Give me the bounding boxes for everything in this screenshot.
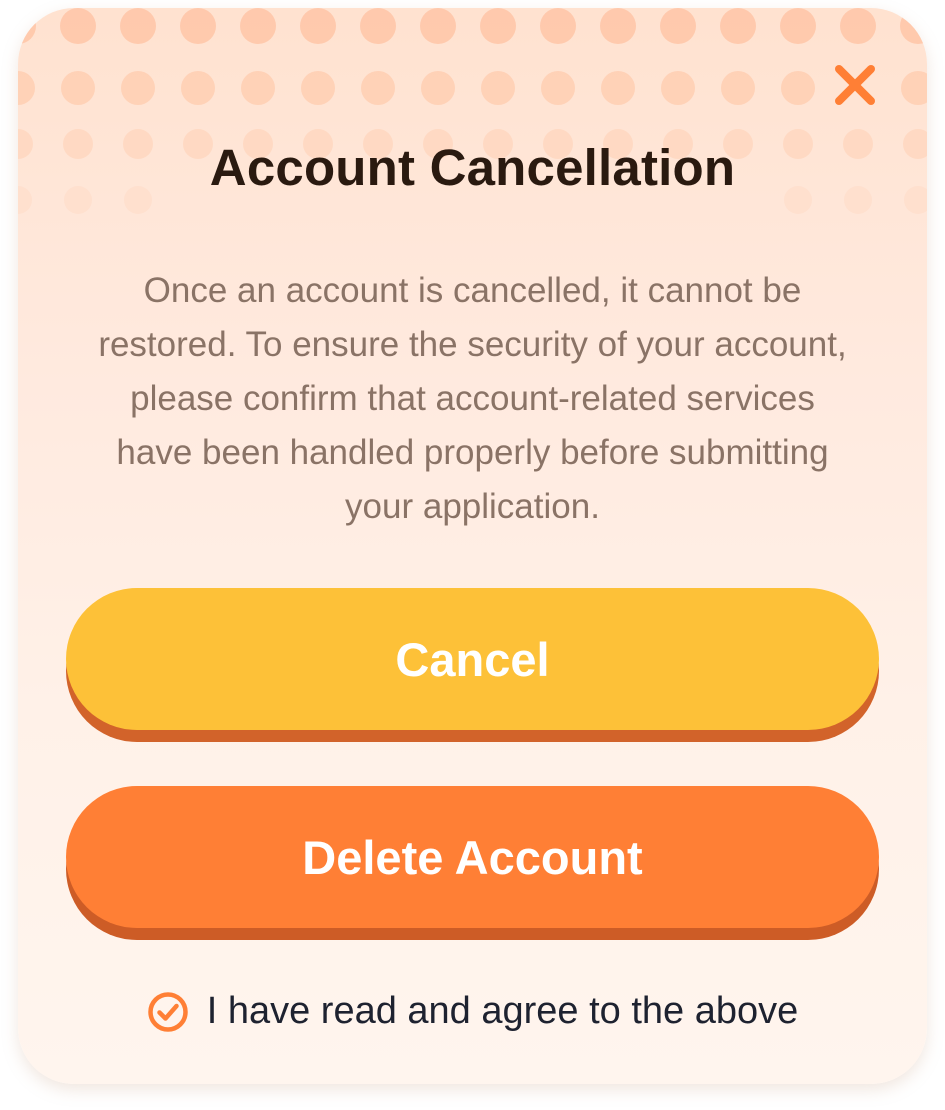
delete-account-button-label: Delete Account: [302, 830, 643, 884]
close-button[interactable]: [828, 58, 882, 112]
cancel-button[interactable]: Cancel: [66, 588, 879, 730]
agreement-label: I have read and agree to the above: [206, 990, 799, 1032]
close-icon: [835, 65, 875, 105]
dialog-description: Once an account is cancelled, it cannot …: [98, 271, 847, 526]
dialog-title: Account Cancellation: [209, 139, 736, 196]
agreement-checkbox[interactable]: I have read and agree to the above: [18, 990, 927, 1033]
delete-account-button[interactable]: Delete Account: [66, 786, 879, 928]
account-cancellation-dialog: Account Cancellation Once an account is …: [18, 8, 927, 1084]
cancel-button-label: Cancel: [395, 632, 550, 686]
check-circle-icon[interactable]: [147, 991, 189, 1033]
